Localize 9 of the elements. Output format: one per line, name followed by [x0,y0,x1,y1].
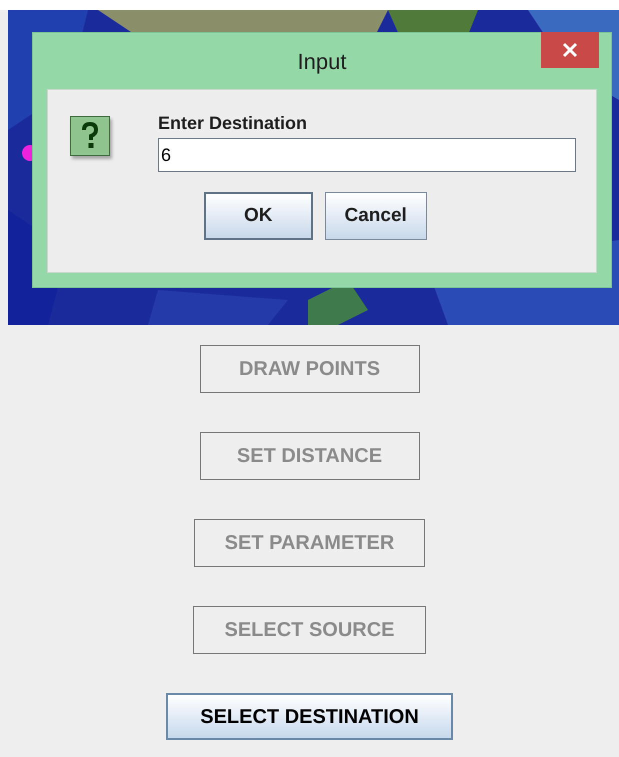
question-icon [70,116,110,156]
destination-field[interactable]: 6 [158,138,576,172]
dialog-button[interactable]: OK [204,192,312,240]
dialog-button[interactable]: Cancel [324,192,427,240]
action-button[interactable]: SELECT DESTINATION [166,693,453,740]
close-button[interactable] [541,32,599,68]
prompt-label: Enter Destination [158,112,308,134]
close-icon [562,42,578,58]
window-title: Input [298,48,346,76]
